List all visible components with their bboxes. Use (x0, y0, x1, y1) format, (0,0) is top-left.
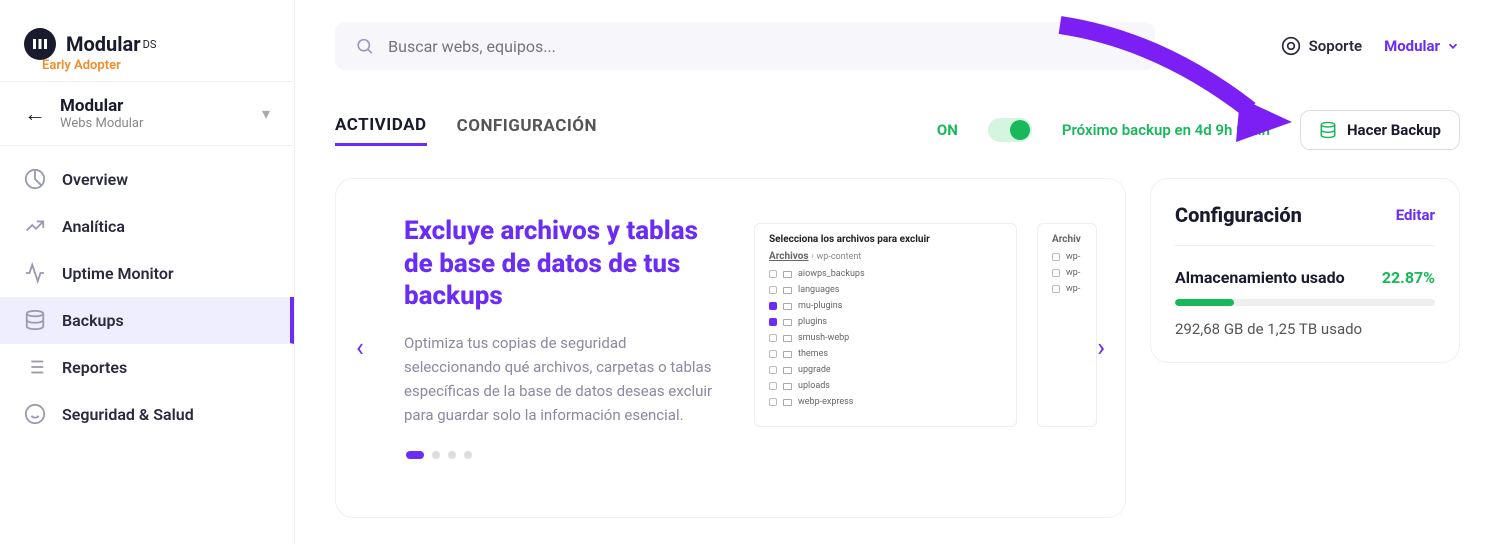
carousel-dot[interactable] (464, 451, 472, 459)
carousel-prev[interactable]: ‹ (356, 333, 364, 363)
nav-label: Analítica (62, 217, 125, 236)
chevron-down-icon (1446, 39, 1460, 53)
file-item: aiowps_backups (769, 266, 1002, 282)
sidebar-item-backups[interactable]: Backups (0, 297, 294, 344)
config-card: Configuración Editar Almacenamiento usad… (1150, 178, 1460, 363)
nav-label: Reportes (62, 358, 127, 377)
sidebar: ModularDS Early Adopter ← Modular Webs M… (0, 0, 295, 544)
carousel-illustration: Selecciona los archivos para excluir Arc… (754, 215, 1097, 427)
sidebar-item-uptime-monitor[interactable]: Uptime Monitor (0, 250, 294, 297)
file-item: wp- (1052, 281, 1082, 297)
storage-pct: 22.87% (1382, 268, 1435, 287)
next-backup-text: Próximo backup en 4d 9h 9min (1062, 121, 1270, 139)
sidebar-item-seguridad-salud[interactable]: Seguridad & Salud (0, 391, 294, 438)
monitor-icon (24, 262, 46, 284)
logo-subtitle: Early Adopter (42, 58, 294, 81)
site-name: Modular (60, 96, 143, 116)
search-input[interactable] (388, 37, 1135, 56)
logo-icon (24, 28, 56, 60)
carousel-dot[interactable] (406, 451, 424, 459)
smile-icon (24, 403, 46, 425)
site-sub: Webs Modular (60, 116, 143, 131)
nav-label: Backups (62, 311, 124, 330)
file-item: wp- (1052, 265, 1082, 281)
backup-button-label: Hacer Backup (1347, 121, 1441, 139)
file-item: webp-express (769, 394, 1002, 410)
config-card-title: Configuración (1175, 203, 1302, 227)
file-item: wp- (1052, 249, 1082, 265)
file-item: themes (769, 346, 1002, 362)
storage-label: Almacenamiento usado (1175, 268, 1345, 287)
user-menu[interactable]: Modular (1384, 37, 1460, 55)
tab-config[interactable]: CONFIGURACIÓN (457, 116, 597, 144)
make-backup-button[interactable]: Hacer Backup (1300, 110, 1460, 150)
pie-icon (24, 168, 46, 190)
carousel-dot[interactable] (432, 451, 440, 459)
panel-heading: Selecciona los archivos para excluir (769, 234, 1002, 245)
toggle-label: ON (937, 121, 958, 139)
sidebar-item-reportes[interactable]: Reportes (0, 344, 294, 391)
sidebar-item-overview[interactable]: Overview (0, 156, 294, 203)
carousel-next[interactable]: › (1097, 333, 1105, 363)
back-arrow-icon[interactable]: ← (24, 101, 46, 127)
file-item: languages (769, 282, 1002, 298)
nav-label: Overview (62, 170, 128, 189)
tab-activity[interactable]: ACTIVIDAD (335, 115, 427, 146)
support-label: Soporte (1309, 37, 1362, 55)
file-item: plugins (769, 314, 1002, 330)
db-icon (24, 309, 46, 331)
main-content: Soporte Modular ACTIVIDAD CONFIGURACIÓN … (295, 0, 1500, 544)
file-item: smush-webp (769, 330, 1002, 346)
carousel-dots (404, 451, 1097, 459)
logo-text: Modular (66, 32, 141, 56)
nav-label: Uptime Monitor (62, 264, 174, 283)
nav-label: Seguridad & Salud (62, 405, 194, 424)
support-icon (1281, 36, 1301, 56)
list-icon (24, 356, 46, 378)
logo-suffix: DS (143, 38, 157, 51)
site-selector[interactable]: ← Modular Webs Modular ▾ (0, 81, 294, 146)
logo-block: ModularDS Early Adopter (0, 0, 294, 81)
file-item: upgrade (769, 362, 1002, 378)
storage-progress (1175, 299, 1435, 306)
file-item: uploads (769, 378, 1002, 394)
database-icon (1319, 121, 1337, 139)
tabs-row: ACTIVIDAD CONFIGURACIÓN ON Próximo backu… (335, 110, 1460, 150)
backup-toggle[interactable] (988, 118, 1032, 142)
config-edit-link[interactable]: Editar (1396, 206, 1435, 224)
user-label: Modular (1384, 37, 1440, 55)
storage-detail: 292,68 GB de 1,25 TB usado (1175, 320, 1435, 338)
support-link[interactable]: Soporte (1281, 36, 1362, 56)
sidebar-nav: Overview Analítica Uptime Monitor Backups Re… (0, 146, 294, 438)
search-box[interactable] (335, 22, 1155, 70)
chevron-down-icon[interactable]: ▾ (262, 104, 270, 123)
carousel-dot[interactable] (448, 451, 456, 459)
carousel-desc: Optimiza tus copias de seguridad selecci… (404, 331, 724, 427)
top-bar: Soporte Modular (335, 22, 1460, 70)
trend-icon (24, 215, 46, 237)
carousel-title: Excluye archivos y tablas de base de dat… (404, 215, 724, 313)
info-carousel: ‹ › Excluye archivos y tablas de base de… (335, 178, 1126, 518)
file-item: mu-plugins (769, 298, 1002, 314)
search-icon (355, 36, 374, 56)
sidebar-item-anal-tica[interactable]: Analítica (0, 203, 294, 250)
